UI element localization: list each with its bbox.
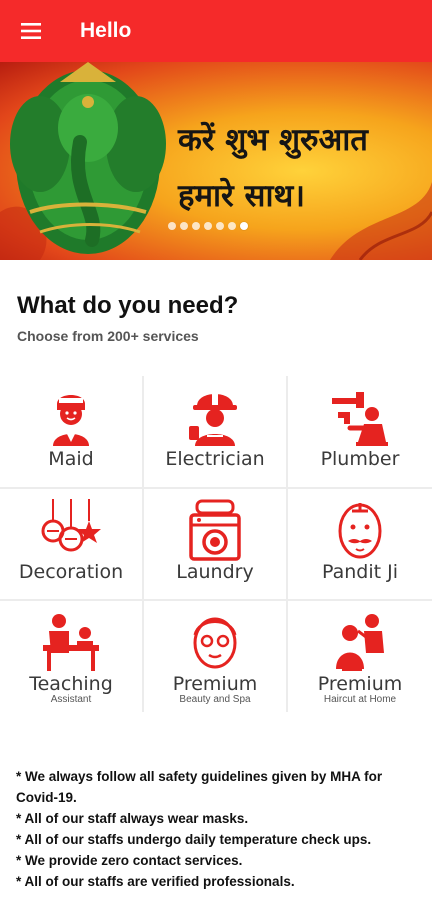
service-label: Pandit Ji xyxy=(322,561,398,583)
services-header: What do you need? Choose from 200+ servi… xyxy=(17,292,238,344)
carousel-dot[interactable] xyxy=(180,222,188,230)
service-label: Laundry xyxy=(176,561,254,583)
carousel-dot[interactable] xyxy=(192,222,200,230)
menu-button[interactable] xyxy=(0,0,62,62)
service-label: Decoration xyxy=(18,561,124,583)
section-title: What do you need? xyxy=(17,292,239,319)
plumber-icon xyxy=(332,392,388,446)
carousel-indicator[interactable] xyxy=(168,222,248,230)
laundry-icon xyxy=(189,499,241,561)
service-premium-beauty-spa[interactable]: Premium Beauty and Spa xyxy=(144,601,288,712)
service-teaching-assistant[interactable]: Teaching Assistant xyxy=(0,601,144,712)
service-pandit-ji[interactable]: Pandit Ji xyxy=(288,489,432,599)
service-decoration[interactable]: Decoration xyxy=(0,489,144,599)
app-title: Hello xyxy=(80,19,132,42)
section-subtitle: Choose from 200+ services xyxy=(17,328,199,344)
maid-icon xyxy=(53,395,89,446)
haircut-icon xyxy=(336,614,384,671)
services-grid: Maid Electrician Plumber Decoration Laun… xyxy=(0,376,432,712)
ganesha-image xyxy=(10,62,166,254)
note-item: * All of our staffs are verified profess… xyxy=(16,874,295,889)
service-laundry[interactable]: Laundry xyxy=(144,489,288,599)
service-plumber[interactable]: Plumber xyxy=(288,376,432,487)
service-electrician[interactable]: Electrician xyxy=(144,376,288,487)
app-bar: Hello xyxy=(0,0,432,62)
service-label: Premium xyxy=(172,673,258,695)
service-label: Plumber xyxy=(320,448,400,470)
safety-notes: * We always follow all safety guidelines… xyxy=(16,766,420,892)
service-maid[interactable]: Maid xyxy=(0,376,144,487)
pandit-icon xyxy=(338,503,382,559)
decoration-icon xyxy=(41,499,101,552)
service-label: Teaching xyxy=(29,673,113,695)
banner-slogan: करें शुभ शुरुआत हमारे साथ। xyxy=(178,112,432,224)
note-item: * All of our staffs undergo daily temper… xyxy=(16,832,372,847)
carousel-dot-active[interactable] xyxy=(240,222,248,230)
note-item: * We always follow all safety guidelines… xyxy=(16,769,383,805)
banner-line-1: करें शुभ शुरुआत xyxy=(178,122,368,158)
note-item: * We provide zero contact services. xyxy=(16,853,243,868)
service-sublabel: Haircut at Home xyxy=(323,694,397,705)
banner-line-2: हमारे साथ। xyxy=(178,178,306,214)
carousel-dot[interactable] xyxy=(216,222,224,230)
service-label: Maid xyxy=(48,448,94,470)
note-item: * All of our staff always wear masks. xyxy=(16,811,249,826)
service-sublabel: Assistant xyxy=(50,694,92,705)
promo-banner[interactable]: करें शुभ शुरुआत हमारे साथ। xyxy=(0,62,432,260)
service-label: Premium xyxy=(317,673,403,695)
beauty-spa-icon xyxy=(193,617,237,669)
electrician-icon xyxy=(189,391,237,446)
hamburger-icon xyxy=(21,23,41,39)
service-sublabel: Beauty and Spa xyxy=(179,694,251,705)
service-label: Electrician xyxy=(165,448,265,470)
teaching-icon xyxy=(43,614,99,671)
carousel-dot[interactable] xyxy=(204,222,212,230)
carousel-dot[interactable] xyxy=(168,222,176,230)
service-premium-haircut[interactable]: Premium Haircut at Home xyxy=(288,601,432,712)
carousel-dot[interactable] xyxy=(228,222,236,230)
